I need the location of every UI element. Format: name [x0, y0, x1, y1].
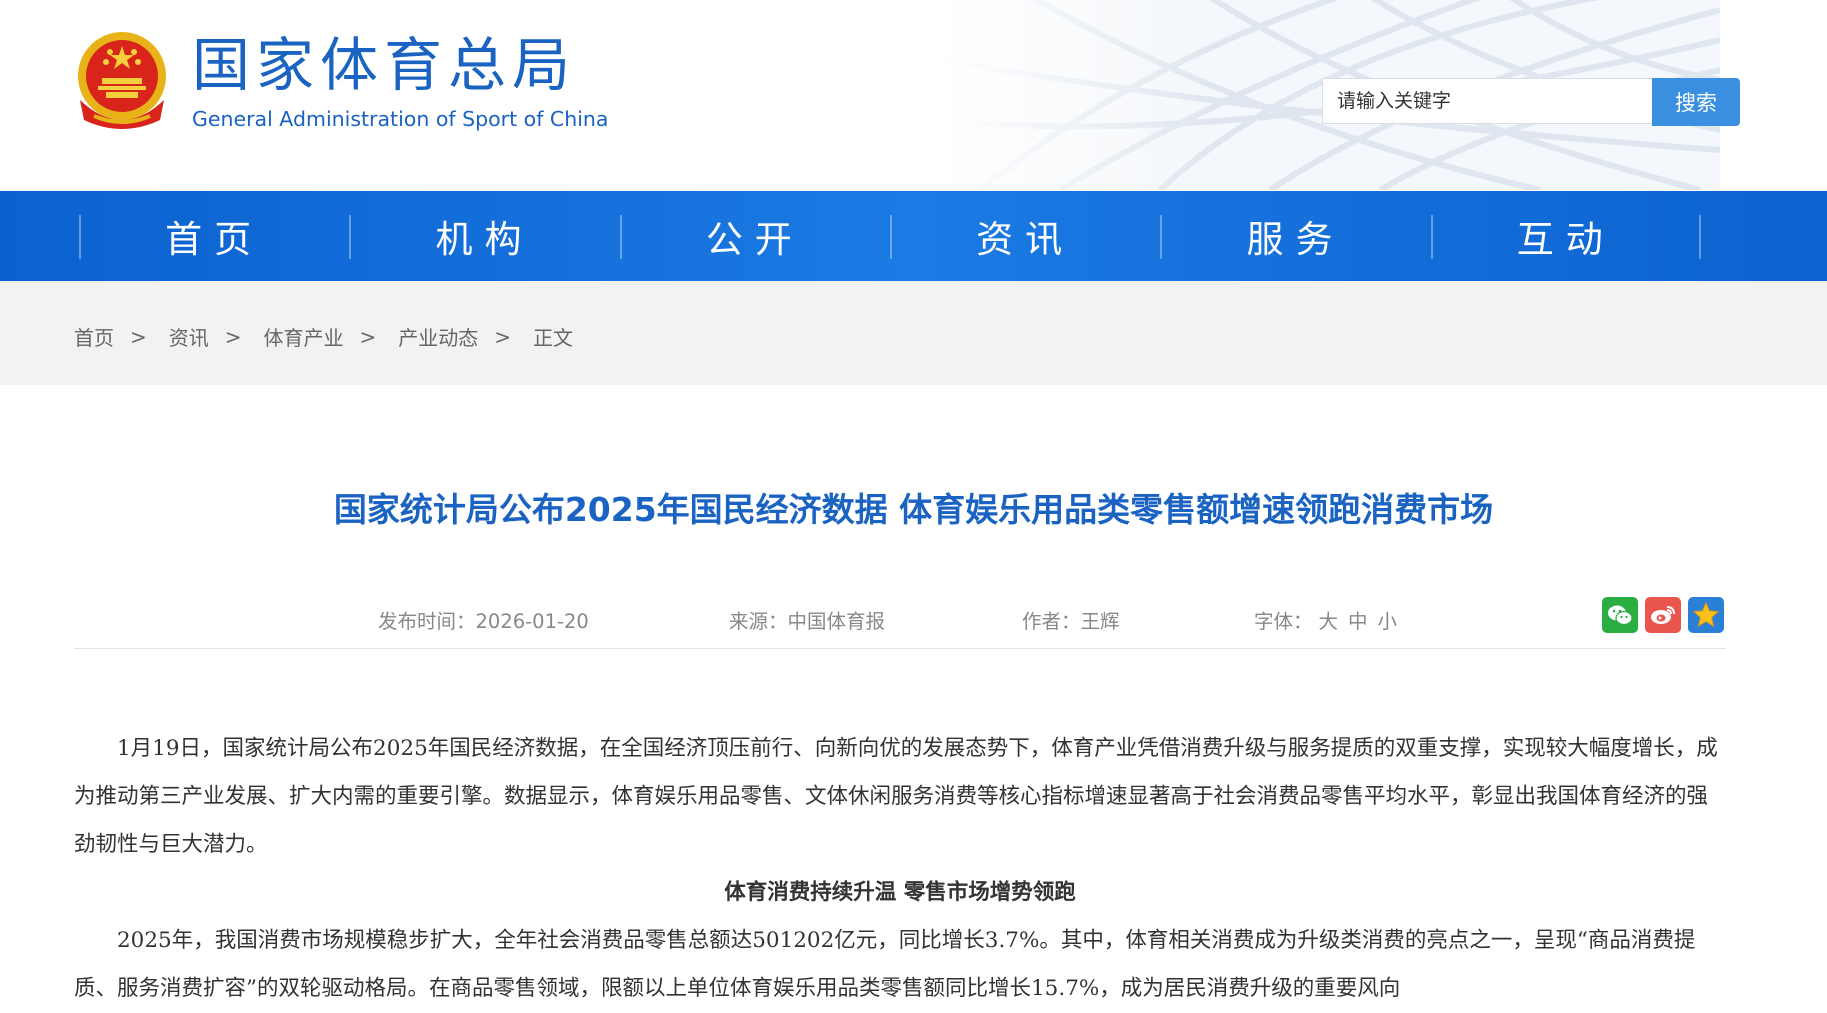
- search-button[interactable]: 搜索: [1652, 78, 1740, 126]
- national-emblem-icon: [78, 32, 166, 129]
- site-title: 国家体育总局: [192, 31, 577, 99]
- nav-item-label: 机构: [435, 218, 534, 261]
- nav-item-label: 公开: [705, 218, 804, 261]
- font-size-large[interactable]: 大: [1319, 610, 1339, 633]
- publish-time: 发布时间：2026-01-20: [378, 605, 589, 634]
- font-size-small[interactable]: 小: [1378, 610, 1398, 633]
- breadcrumb-separator: >: [494, 324, 512, 349]
- font-size-medium[interactable]: 中: [1348, 610, 1368, 633]
- nav-item-label: 首页: [165, 218, 264, 261]
- nav-divider: [79, 215, 81, 259]
- nav-item-news[interactable]: 资讯: [889, 191, 1160, 281]
- nav-item-label: 服务: [1246, 218, 1345, 261]
- search-box: 搜索: [1322, 78, 1740, 126]
- article-source: 来源：中国体育报: [729, 605, 885, 634]
- meta-divider: [74, 648, 1726, 649]
- nav-divider: [1160, 215, 1163, 259]
- nav-item-public[interactable]: 公开: [619, 191, 890, 281]
- breadcrumb: 首页 > 资讯 > 体育产业 > 产业动态 > 正文: [74, 322, 573, 351]
- site-title-english: General Administration of Sport of China: [192, 107, 609, 131]
- publish-time-value: 2026-01-20: [475, 610, 589, 633]
- nav-divider: [889, 215, 892, 259]
- breadcrumb-industry-news[interactable]: 产业动态: [398, 322, 478, 351]
- nav-item-interaction[interactable]: 互动: [1430, 191, 1701, 281]
- nav-item-services[interactable]: 服务: [1160, 191, 1430, 281]
- font-size-label: 字体：: [1254, 610, 1313, 633]
- breadcrumb-current: 正文: [533, 326, 574, 350]
- wechat-icon[interactable]: [1602, 597, 1638, 633]
- breadcrumb-separator: >: [224, 324, 242, 349]
- main-nav: 首页 机构 公开 资讯 服务 互动: [0, 191, 1827, 281]
- nav-divider: [619, 215, 622, 259]
- site-header: 国家体育总局 General Administration of Sport o…: [0, 0, 1827, 190]
- article-subheading: 体育消费持续升温 零售市场增势领跑: [724, 880, 1076, 905]
- nav-divider: [1698, 215, 1701, 259]
- search-input[interactable]: [1322, 78, 1652, 124]
- weibo-icon[interactable]: [1645, 597, 1681, 633]
- source-value: 中国体育报: [787, 610, 886, 633]
- article-paragraph: 1月19日，国家统计局公布2025年国民经济数据，在全国经济顶压前行、向新向优的…: [74, 736, 1718, 857]
- article-title: 国家统计局公布2025年国民经济数据 体育娱乐用品类零售额增速领跑消费市场: [333, 490, 1494, 529]
- source-label: 来源：: [729, 610, 788, 633]
- favorite-icon[interactable]: [1688, 597, 1724, 633]
- nav-item-label: 资讯: [976, 218, 1075, 261]
- author-value: 王辉: [1080, 610, 1120, 633]
- nav-item-home[interactable]: 首页: [79, 191, 349, 281]
- publish-time-label: 发布时间：: [378, 610, 476, 633]
- breadcrumb-separator: >: [130, 324, 147, 349]
- article-paragraph: 2025年，我国消费市场规模稳步扩大，全年社会消费品零售总额达501202亿元，…: [74, 928, 1696, 1001]
- font-size-switcher: 字体： 大中小: [1254, 605, 1397, 634]
- nav-item-organization[interactable]: 机构: [349, 191, 619, 281]
- nav-divider: [349, 215, 352, 259]
- breadcrumb-home[interactable]: 首页: [74, 322, 114, 351]
- breadcrumb-news[interactable]: 资讯: [169, 322, 209, 351]
- breadcrumb-sports-industry[interactable]: 体育产业: [264, 322, 344, 351]
- article-body: 1月19日，国家统计局公布2025年国民经济数据，在全国经济顶压前行、向新向优的…: [74, 725, 1726, 1013]
- article-author: 作者：王辉: [1022, 605, 1120, 634]
- breadcrumb-separator: >: [359, 324, 377, 349]
- author-label: 作者：: [1022, 610, 1081, 633]
- nav-divider: [1430, 215, 1433, 259]
- nav-item-label: 互动: [1516, 218, 1615, 261]
